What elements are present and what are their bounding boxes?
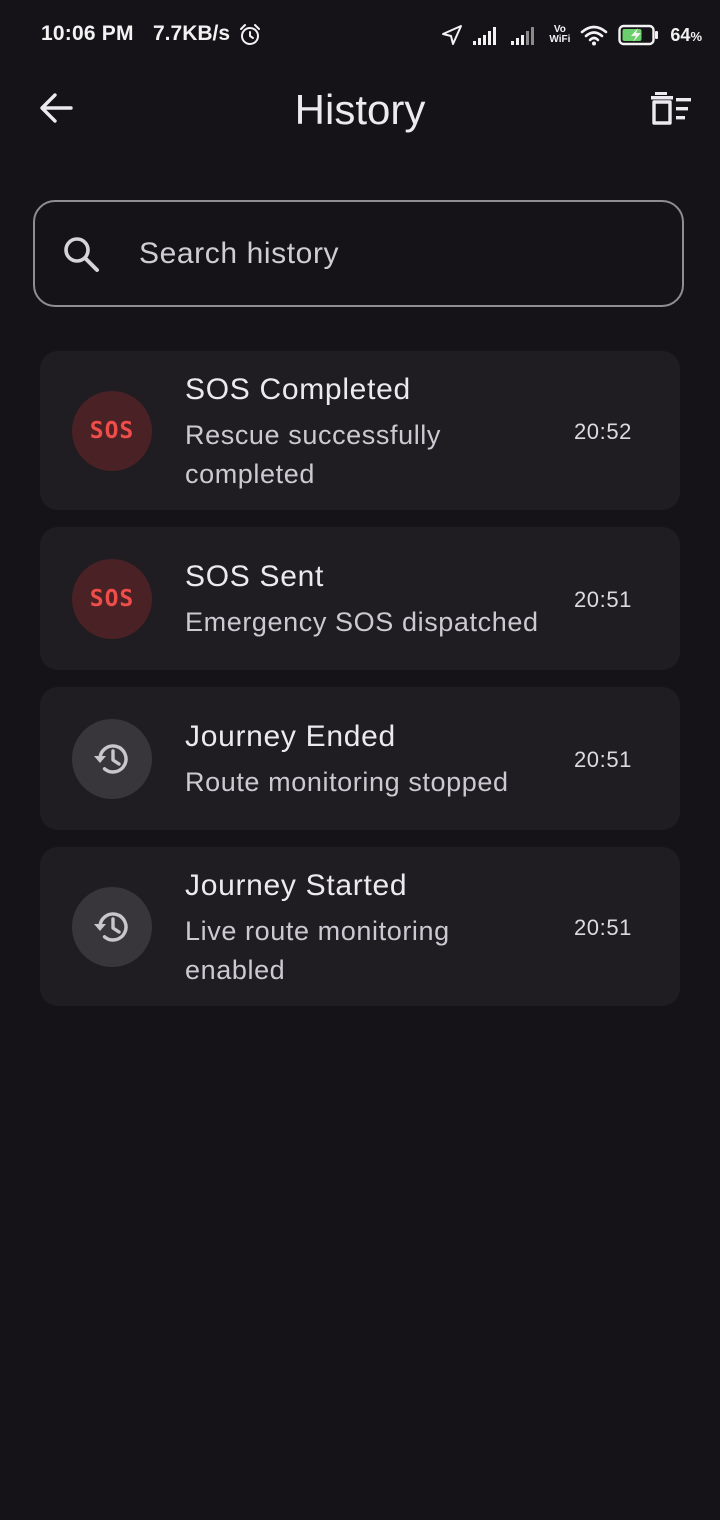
status-bar: 10:06 PM 7.7KB/s Vo WiFi 64% <box>0 0 720 72</box>
page-title: History <box>294 86 426 133</box>
sos-icon: SOS <box>72 391 152 471</box>
history-item-title: SOS Completed <box>185 373 411 406</box>
sos-icon: SOS <box>72 559 152 639</box>
history-item-description: Emergency SOS dispatched <box>185 607 539 637</box>
history-item-time: 20:51 <box>573 587 632 612</box>
search-bar[interactable] <box>33 200 684 307</box>
history-item-description: Route monitoring stopped <box>185 767 509 797</box>
history-item-description: Live route monitoring enabled <box>185 916 450 985</box>
sos-icon-label: SOS <box>89 418 135 444</box>
battery-percent-unit: % <box>690 28 702 44</box>
history-icon <box>72 887 152 967</box>
clear-history-button[interactable] <box>644 82 700 138</box>
wifi-icon <box>580 24 608 46</box>
history-item-time: 20:51 <box>573 915 632 940</box>
network-speed: 7.7KB/s <box>153 22 231 45</box>
status-time: 10:06 PM <box>41 22 134 45</box>
history-icon <box>72 719 152 799</box>
search-icon <box>61 234 101 274</box>
back-button[interactable] <box>28 82 84 138</box>
history-item[interactable]: Journey Ended Route monitoring stopped 2… <box>40 687 680 830</box>
alarm-icon <box>238 23 262 47</box>
battery-percent: 64% <box>670 25 702 46</box>
history-item-time: 20:52 <box>573 419 632 444</box>
history-item-title: Journey Ended <box>185 720 396 753</box>
arrow-left-icon <box>38 90 74 131</box>
history-item-title: SOS Sent <box>185 560 325 593</box>
search-input[interactable] <box>137 222 682 285</box>
history-item[interactable]: SOS SOS Completed Rescue successfully co… <box>40 351 680 510</box>
vowifi-indicator: Vo WiFi <box>549 25 570 45</box>
location-arrow-icon <box>441 24 463 46</box>
delete-sweep-icon <box>651 90 693 131</box>
signal-icon <box>473 25 501 45</box>
history-item-description: Rescue successfully completed <box>185 420 441 489</box>
signal-icon <box>511 25 539 45</box>
history-item[interactable]: Journey Started Live route monitoring en… <box>40 847 680 1006</box>
battery-percent-value: 64 <box>670 24 691 45</box>
history-item-title: Journey Started <box>185 869 408 902</box>
battery-charging-icon <box>618 24 660 46</box>
sos-icon-label: SOS <box>89 586 135 612</box>
vowifi-bottom: WiFi <box>549 34 571 45</box>
history-item-time: 20:51 <box>573 747 632 772</box>
history-item[interactable]: SOS SOS Sent Emergency SOS dispatched 20… <box>40 527 680 670</box>
